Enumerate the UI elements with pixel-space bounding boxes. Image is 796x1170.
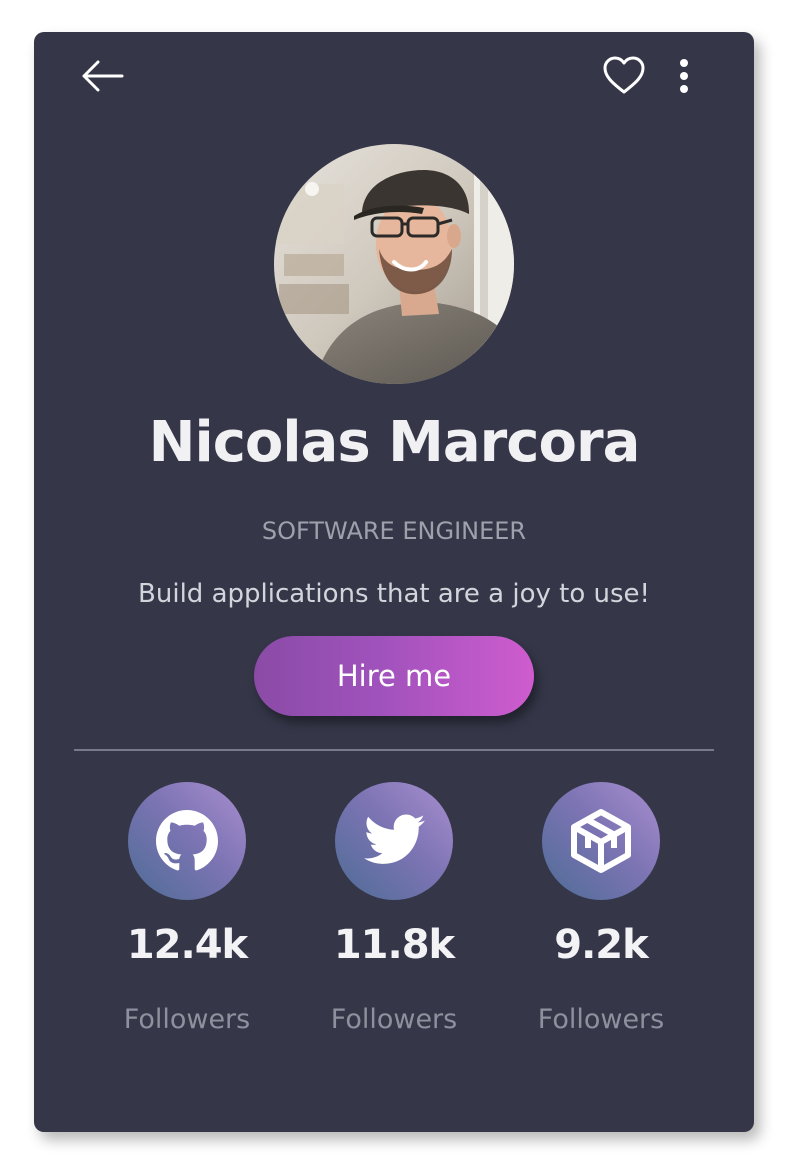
divider bbox=[74, 749, 714, 751]
profile-name: Nicolas Marcora bbox=[148, 410, 641, 475]
twitter-link[interactable] bbox=[335, 782, 453, 900]
profile-card: Nicolas Marcora SOFTWARE ENGINEER Build … bbox=[34, 32, 754, 1132]
vertical-ellipsis-icon bbox=[680, 59, 688, 93]
twitter-icon bbox=[364, 814, 425, 864]
more-options-button[interactable] bbox=[670, 54, 698, 98]
codepen-follower-label: Followers bbox=[537, 1004, 665, 1035]
github-follower-label: Followers bbox=[123, 1004, 251, 1035]
back-button[interactable] bbox=[80, 54, 126, 98]
avatar bbox=[274, 144, 514, 384]
github-link[interactable] bbox=[128, 782, 246, 900]
codepen-icon bbox=[571, 809, 631, 873]
hire-me-button[interactable]: Hire me bbox=[254, 636, 534, 716]
favorite-button[interactable] bbox=[601, 54, 647, 98]
github-follower-count: 12.4k bbox=[126, 922, 248, 968]
profile-tagline: Build applications that are a joy to use… bbox=[138, 579, 650, 609]
github-icon bbox=[156, 810, 218, 871]
codepen-follower-count: 9.2k bbox=[554, 922, 648, 968]
profile-photo bbox=[274, 144, 514, 384]
twitter-follower-count: 11.8k bbox=[333, 922, 455, 968]
codepen-link[interactable] bbox=[542, 782, 660, 900]
heart-outline-icon bbox=[603, 56, 645, 94]
profile-role: SOFTWARE ENGINEER bbox=[261, 517, 527, 545]
arrow-left-icon bbox=[82, 60, 124, 92]
twitter-follower-label: Followers bbox=[330, 1004, 458, 1035]
